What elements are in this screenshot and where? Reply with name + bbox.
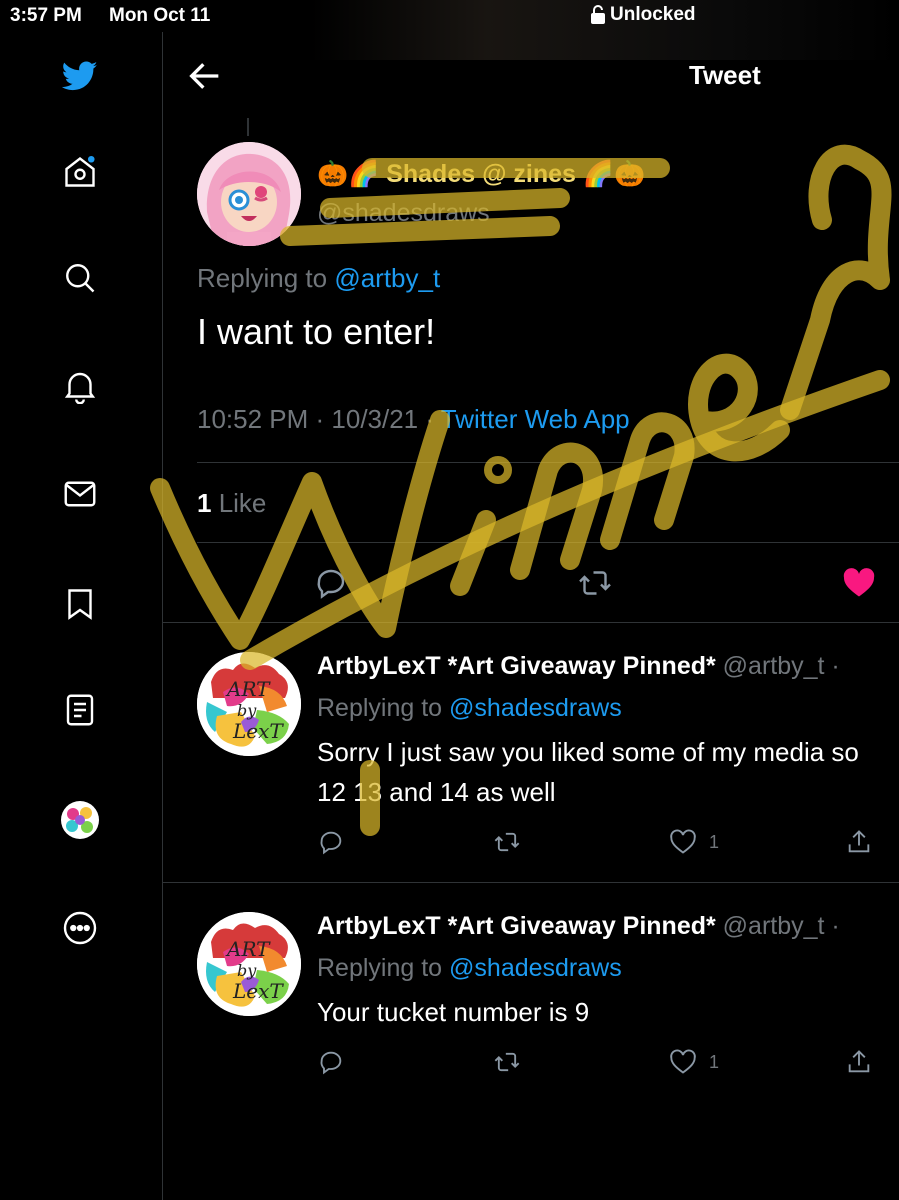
like-count-number: 1 <box>197 488 212 518</box>
thread-line <box>247 118 249 136</box>
display-name[interactable]: 🎃🌈 Shades @ zines 🌈🎃 <box>317 160 645 189</box>
avatar[interactable] <box>197 142 301 246</box>
like-count-label: Like <box>211 488 267 518</box>
retweet-button[interactable] <box>493 1048 521 1076</box>
replying-handle-link[interactable]: @shadesdraws <box>449 954 622 982</box>
svg-text:LexT: LexT <box>232 979 284 1003</box>
like-count: 1 <box>709 831 720 852</box>
messages-icon[interactable] <box>58 472 102 516</box>
home-icon[interactable] <box>58 150 102 194</box>
heart-icon <box>670 829 696 854</box>
tweet-meta: 10:52 PM · 10/3/21 · Twitter Web App <box>197 404 630 435</box>
reply-author[interactable]: ArtbyLexT *Art Giveaway Pinned* @artby_t… <box>317 912 840 941</box>
user-handle[interactable]: @shadesdraws <box>317 199 490 228</box>
replying-to: Replying to @shadesdraws <box>317 954 622 983</box>
header: Tweet <box>163 32 899 117</box>
reply-text-line: 12 13 and 14 as well <box>317 777 556 807</box>
share-button[interactable] <box>845 828 873 856</box>
reply-author[interactable]: ArtbyLexT *Art Giveaway Pinned* @artby_t… <box>317 652 840 681</box>
lock-status: Unlocked <box>590 4 696 26</box>
retweet-button[interactable] <box>577 565 613 601</box>
back-arrow-icon[interactable] <box>185 56 225 96</box>
reply-text-line: Sorry I just saw you liked some of my me… <box>317 737 859 767</box>
replying-handle-link[interactable]: @artby_t <box>334 263 440 293</box>
svg-text:LexT: LexT <box>232 719 284 743</box>
tweet-text: I want to enter! <box>197 311 436 352</box>
replying-handle-link[interactable]: @shadesdraws <box>449 694 622 722</box>
like-button[interactable]: 1 <box>669 828 719 856</box>
more-icon[interactable] <box>58 906 102 950</box>
divider <box>197 542 899 543</box>
reply-tweet[interactable]: ART by LexT ArtbyLexT *Art Giveaway Pinn… <box>163 622 899 882</box>
reply-display-name: ArtbyLexT *Art Giveaway Pinned* <box>317 652 716 680</box>
search-icon[interactable] <box>58 256 102 300</box>
replying-prefix: Replying to <box>317 954 450 982</box>
reply-button[interactable] <box>317 828 345 856</box>
reply-button[interactable] <box>313 565 349 601</box>
reply-text: Your tucket number is 9 <box>317 992 899 1032</box>
page-title: Tweet <box>689 60 761 90</box>
twitter-logo-icon[interactable] <box>58 54 102 98</box>
avatar[interactable]: ART by LexT <box>197 912 301 1016</box>
svg-text:ART: ART <box>225 937 271 961</box>
avatar[interactable]: ART by LexT <box>197 652 301 756</box>
lock-label: Unlocked <box>610 4 696 25</box>
retweet-button[interactable] <box>493 828 521 856</box>
reply-handle: @artby_t · <box>715 912 840 940</box>
replying-to: Replying to @shadesdraws <box>317 694 622 723</box>
like-count[interactable]: 1 Like <box>197 488 266 519</box>
sidebar-nav <box>0 32 163 1200</box>
reply-button[interactable] <box>317 1048 345 1076</box>
unlocked-icon <box>591 5 605 24</box>
reply-actions: 1 <box>317 1048 877 1078</box>
like-count: 1 <box>709 1051 720 1072</box>
svg-text:ART: ART <box>225 677 271 701</box>
status-date: Mon Oct 11 <box>109 5 211 26</box>
reply-actions: 1 <box>317 828 877 858</box>
replying-prefix: Replying to <box>197 263 335 293</box>
svg-text:by: by <box>237 701 257 720</box>
tweet-source-link[interactable]: Twitter Web App <box>441 404 630 434</box>
heart-icon <box>670 1049 696 1074</box>
profile-avatar[interactable] <box>58 798 102 842</box>
divider <box>197 462 899 463</box>
reply-tweet[interactable]: ART by LexT ArtbyLexT *Art Giveaway Pinn… <box>163 882 899 1082</box>
notifications-icon[interactable] <box>58 364 102 408</box>
lists-icon[interactable] <box>58 688 102 732</box>
svg-text:by: by <box>237 961 257 980</box>
tweet-timestamp[interactable]: 10:52 PM · 10/3/21 · <box>197 404 441 434</box>
bookmarks-icon[interactable] <box>58 582 102 626</box>
reply-text: Sorry I just saw you liked some of my me… <box>317 732 899 812</box>
like-button[interactable]: 1 <box>669 1048 719 1076</box>
status-time: 3:57 PM <box>10 5 82 26</box>
share-button[interactable] <box>845 1048 873 1076</box>
replying-prefix: Replying to <box>317 694 450 722</box>
reply-handle: @artby_t · <box>715 652 840 680</box>
replying-to: Replying to @artby_t <box>197 263 440 294</box>
tweet-detail: Tweet 🎃🌈 Shades @ zines 🌈🎃 @shadesdraws … <box>163 32 899 1200</box>
liked-heart-icon[interactable] <box>841 565 877 601</box>
status-bar: 3:57 PM Mon Oct 11 Unlocked <box>0 0 899 60</box>
reply-display-name: ArtbyLexT *Art Giveaway Pinned* <box>317 912 716 940</box>
reply-text-line: Your tucket number is 9 <box>317 997 590 1027</box>
